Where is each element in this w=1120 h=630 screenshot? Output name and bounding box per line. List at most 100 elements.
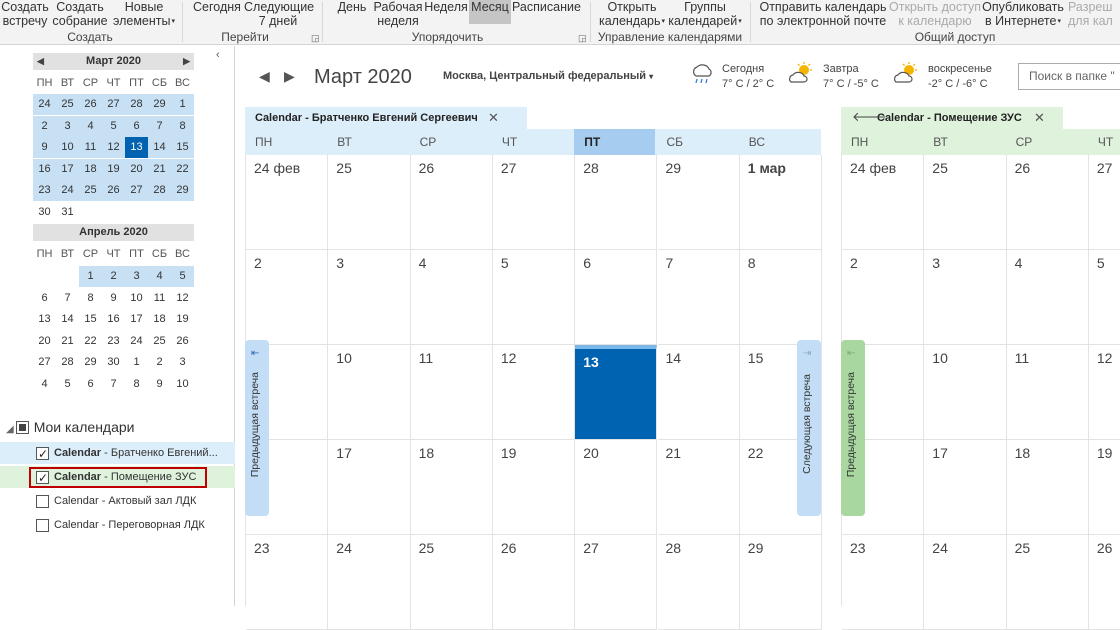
mini-day-cell[interactable]: 7: [56, 288, 79, 309]
mini-day-cell[interactable]: 15: [171, 137, 194, 158]
mini-day-cell[interactable]: 18: [79, 158, 102, 180]
mini-day-cell[interactable]: 2: [102, 266, 125, 287]
day-cell[interactable]: 26: [1088, 535, 1120, 630]
day-cell[interactable]: 25: [328, 155, 411, 250]
calendar-item-meeting-room[interactable]: Calendar - Переговорная ЛДК: [0, 514, 235, 536]
mini-day-cell[interactable]: 29: [148, 94, 171, 115]
mini-day-cell[interactable]: 22: [79, 331, 102, 352]
day-cell[interactable]: 11: [410, 345, 493, 440]
mini-day-cell[interactable]: 11: [148, 288, 171, 309]
mini-day-cell[interactable]: 23: [102, 331, 125, 352]
next-7-days-button[interactable]: Следующие 7 дней: [244, 0, 314, 28]
group-checkbox[interactable]: [15, 421, 29, 434]
mini-day-cell[interactable]: 8: [171, 115, 194, 137]
mini-day-cell[interactable]: 9: [148, 374, 171, 395]
day-cell[interactable]: 18: [410, 440, 493, 535]
mini-day-cell[interactable]: 11: [79, 137, 102, 158]
day-cell[interactable]: 1 мар: [739, 155, 823, 250]
day-cell[interactable]: 14: [657, 345, 740, 440]
day-cell[interactable]: 17: [328, 440, 411, 535]
mini-day-cell[interactable]: 21: [56, 331, 79, 352]
day-cell[interactable]: 19: [492, 440, 576, 535]
mini-day-cell[interactable]: 10: [56, 137, 79, 158]
mini-day-cell[interactable]: 7: [148, 115, 171, 137]
mini-day-cell[interactable]: 15: [79, 309, 102, 330]
mini-day-cell[interactable]: 2: [33, 115, 56, 137]
next-period-icon[interactable]: ▶: [284, 68, 295, 85]
mini-day-cell[interactable]: 4: [79, 115, 102, 137]
mini-day-cell[interactable]: 19: [171, 309, 194, 330]
day-cell[interactable]: 27: [1088, 155, 1120, 250]
mini-day-cell[interactable]: 20: [33, 331, 56, 352]
calendar-groups-button[interactable]: Группы календарей▾: [668, 0, 742, 29]
mini-day-cell[interactable]: 1: [125, 352, 148, 373]
mini-day-cell[interactable]: 30: [33, 202, 56, 223]
day-cell[interactable]: 24: [924, 535, 1007, 630]
mini-day-cell[interactable]: 26: [171, 331, 194, 352]
day-cell[interactable]: 26: [410, 155, 493, 250]
mini-day-cell[interactable]: 8: [125, 374, 148, 395]
new-items-button[interactable]: Новые элементы▾: [110, 0, 178, 29]
day-cell[interactable]: 18: [1006, 440, 1089, 535]
close-icon[interactable]: ✕: [488, 110, 499, 126]
day-cell[interactable]: 24: [328, 535, 411, 630]
day-cell[interactable]: 23: [842, 535, 925, 630]
mini-day-cell[interactable]: 23: [33, 180, 56, 201]
mini-day-cell[interactable]: 12: [171, 288, 194, 309]
open-calendar-button[interactable]: Открыть календарь▾: [598, 0, 666, 29]
share-calendar-button[interactable]: Открыть доступ к календарю: [888, 0, 982, 28]
day-cell[interactable]: 3: [924, 250, 1007, 345]
mini-day-cell[interactable]: 24: [56, 180, 79, 201]
close-icon[interactable]: ✕: [1034, 110, 1045, 126]
day-cell[interactable]: 19: [1088, 440, 1120, 535]
day-cell[interactable]: 3: [328, 250, 411, 345]
day-cell[interactable]: 25: [924, 155, 1007, 250]
calendar-item-bratchenko[interactable]: Calendar - Братченко Евгений...: [0, 442, 235, 464]
mini-day-cell[interactable]: 25: [56, 94, 79, 115]
day-cell[interactable]: 23: [246, 535, 329, 630]
mini-day-cell[interactable]: 25: [79, 180, 102, 201]
calendar-permissions-button[interactable]: Разреш для кал: [1068, 0, 1120, 28]
mini-day-cell[interactable]: 5: [56, 374, 79, 395]
prev-month-icon[interactable]: ◀: [37, 53, 44, 70]
week-view-button[interactable]: Неделя: [424, 0, 468, 14]
mini-day-cell[interactable]: 3: [171, 352, 194, 373]
day-cell[interactable]: 4: [410, 250, 493, 345]
my-calendars-group[interactable]: ◢ Мои календари: [6, 419, 135, 435]
day-cell[interactable]: 20: [575, 440, 658, 535]
day-cell[interactable]: 2: [842, 250, 925, 345]
mini-day-cell[interactable]: 28: [148, 180, 171, 201]
day-cell[interactable]: 28: [575, 155, 658, 250]
mini-day-cell[interactable]: 19: [102, 158, 125, 180]
new-appointment-button[interactable]: Создать встречу: [0, 0, 50, 28]
mini-day-cell[interactable]: 9: [33, 137, 56, 158]
mini-day-cell[interactable]: 13: [125, 137, 148, 158]
mini-day-cell[interactable]: 12: [102, 137, 125, 158]
previous-appointment-button[interactable]: ⇤ Предыдущая встреча: [841, 340, 865, 516]
mini-day-cell[interactable]: 14: [56, 309, 79, 330]
mini-day-cell[interactable]: 29: [171, 180, 194, 201]
day-cell[interactable]: 28: [657, 535, 740, 630]
mini-day-cell[interactable]: 10: [171, 374, 194, 395]
mini-day-cell[interactable]: 6: [79, 374, 102, 395]
mini-day-cell[interactable]: 22: [171, 158, 194, 180]
day-cell[interactable]: 17: [924, 440, 1007, 535]
day-cell[interactable]: 10: [924, 345, 1007, 440]
day-cell[interactable]: 5: [492, 250, 576, 345]
mini-day-cell[interactable]: 17: [56, 158, 79, 180]
day-cell[interactable]: 29: [739, 535, 823, 630]
mini-day-cell[interactable]: 8: [79, 288, 102, 309]
mini-day-cell[interactable]: 5: [102, 115, 125, 137]
mini-day-cell[interactable]: 6: [33, 288, 56, 309]
day-cell[interactable]: 27: [575, 535, 658, 630]
mini-day-cell[interactable]: 14: [148, 137, 171, 158]
mini-day-cell[interactable]: 30: [102, 352, 125, 373]
mini-day-cell[interactable]: 24: [33, 94, 56, 115]
day-cell[interactable]: 8: [739, 250, 823, 345]
mini-day-cell[interactable]: 21: [148, 158, 171, 180]
month-view-button[interactable]: Месяц: [469, 0, 511, 24]
mini-day-cell[interactable]: 28: [125, 94, 148, 115]
day-cell[interactable]: 10: [328, 345, 411, 440]
day-cell[interactable]: 2: [246, 250, 329, 345]
mini-day-cell[interactable]: 24: [125, 331, 148, 352]
